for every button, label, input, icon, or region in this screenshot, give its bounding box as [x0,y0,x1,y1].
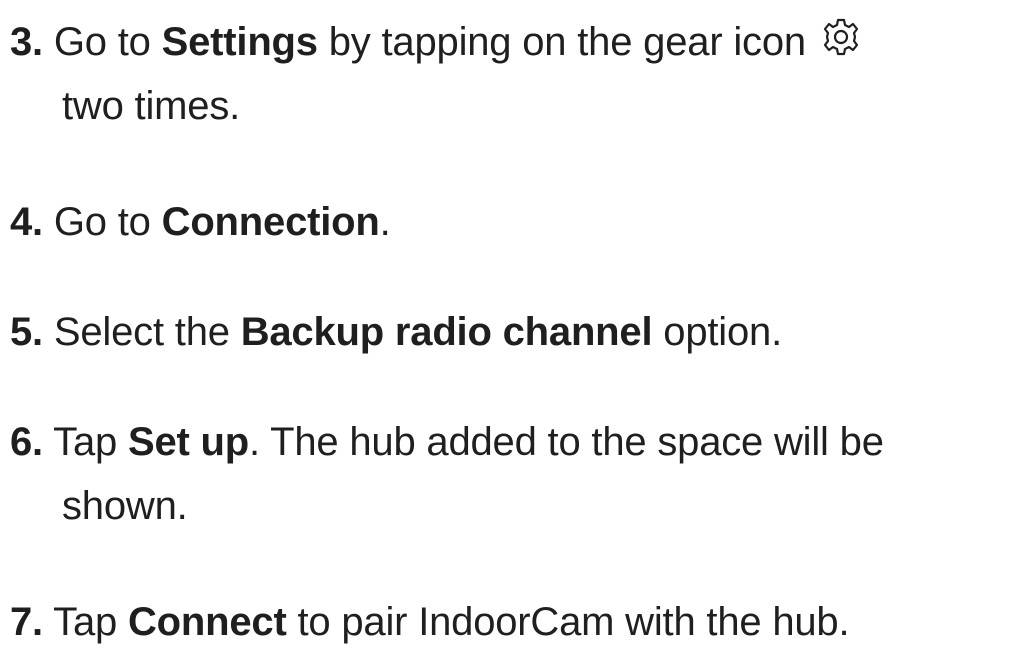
step-emphasis: Connection [161,200,380,244]
step-number: 4. [10,200,43,244]
step-text: Tap [53,420,128,464]
step-4: 4. Go to Connection. [10,190,1020,254]
step-emphasis: Settings [161,20,318,64]
step-7: 7. Tap Connect to pair IndoorCam with th… [10,590,1020,654]
step-text: to pair IndoorCam with the hub. [286,600,850,644]
step-text: Tap [53,600,128,644]
step-3: 3. Go to Settings by tapping on the gear… [10,10,1020,138]
step-number: 7. [10,600,43,644]
step-emphasis: Backup radio channel [240,310,653,354]
step-number: 3. [10,20,43,64]
step-text-continued: shown. [62,484,188,528]
step-number: 6. [10,420,43,464]
step-5: 5. Select the Backup radio channel optio… [10,300,1020,364]
step-text: Go to [53,200,162,244]
step-emphasis: Connect [127,600,287,644]
step-text: . The hub added to the space will be [249,420,884,464]
step-6: 6. Tap Set up. The hub added to the spac… [10,410,1020,538]
step-text-continued: two times. [62,84,241,128]
step-text: Select the [53,310,241,354]
step-text: Go to [53,20,162,64]
step-text: option. [652,310,782,354]
step-number: 5. [10,310,43,354]
step-emphasis: Set up [127,420,250,464]
step-text: . [379,200,391,244]
gear-icon [821,17,861,57]
step-text: by tapping on the gear icon [317,20,806,64]
